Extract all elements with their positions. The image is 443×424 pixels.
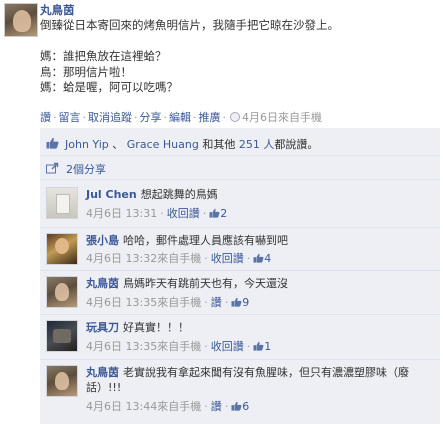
comment-message: 老實說我有拿起來聞有沒有魚腥味，但只有濃濃塑膠味（廢話）!!! [86,366,409,394]
separator: · [193,111,197,124]
post-line: 倒臻從日本寄回來的烤魚明信片，我隨手把它晾在沙發上。 [40,18,339,32]
others-likers-link[interactable]: 251 人 [239,138,275,151]
separator: · [82,111,87,124]
like-link[interactable]: 讚 [211,296,222,309]
comment-meta: 4月6日 13:35來自手機 · 讚 · 9 [86,294,249,310]
comment-timestamp[interactable]: 4月6日 13:35來自手機 [86,296,201,309]
post-author-name[interactable]: 丸鳥茵 [40,2,75,18]
liker-link[interactable]: Grace Huang [127,138,199,151]
comment-text: Jul Chen 想起跳舞的鳥媽 [86,187,434,202]
post-author-avatar[interactable] [4,3,38,37]
comment-text: 丸鳥茵 鳥媽昨天有跳前天也有，今天還沒 [86,276,434,291]
comment-item: Jul Chen 想起跳舞的鳥媽 4月6日 13:31 · 收回讚 · 2 [40,182,440,228]
promote-link[interactable]: 推廣 [199,111,221,124]
thumbs-up-icon [231,401,242,411]
comment-timestamp[interactable]: 4月6日 13:32來自手機 [86,252,201,265]
comment-timestamp[interactable]: 4月6日 13:31 [86,207,157,220]
thumbs-up-icon [253,341,264,351]
comment-timestamp[interactable]: 4月6日 13:44來自手機 [86,400,201,413]
comment-timestamp[interactable]: 4月6日 13:35來自手機 [86,340,201,353]
comment-like-count[interactable]: 9 [242,296,249,309]
comment-like-count[interactable]: 2 [220,207,227,220]
likes-summary: John Yip 、 Grace Huang 和其他 251 人都說讚。 [65,136,318,152]
edit-link[interactable]: 編輯 [169,111,191,124]
commenter-avatar[interactable] [46,320,78,352]
unlike-link[interactable]: 收回讚 [211,340,244,353]
commenter-name[interactable]: 丸鳥茵 [86,277,119,290]
comment-like-count[interactable]: 1 [264,340,271,353]
comment-item: 丸鳥茵 鳥媽昨天有跳前天也有，今天還沒 4月6日 13:35來自手機 · 讚 · 9 [40,271,440,315]
like-link[interactable]: 讚 [40,111,51,124]
comment-text: 張小島 哈哈，郵件處理人員應該有嚇到吧 [86,233,434,248]
comment-like-count[interactable]: 4 [264,252,271,265]
likes-and-text: 和其他 [202,138,236,151]
separator: · [224,296,229,309]
share-link[interactable]: 分享 [140,111,162,124]
separator: · [202,207,207,220]
commenter-name[interactable]: 玩具刀 [86,321,119,334]
commenter-avatar[interactable] [46,276,78,308]
comment-like-count[interactable]: 6 [242,400,249,413]
post-line: 媽：誰把魚放在這裡蛤？ [40,49,167,63]
shares-row: 2個分享 [40,158,440,180]
thumbs-up-icon [46,137,59,149]
unlike-link[interactable]: 收回讚 [167,207,200,220]
separator: · [224,400,229,413]
comment-text: 玩具刀 好真實！！！ [86,320,434,335]
separator: · [204,252,208,265]
separator: · [222,111,227,124]
thumbs-up-icon [231,297,242,307]
shares-count-link[interactable]: 2個分享 [66,161,106,177]
comment-item: 玩具刀 好真實！！！ 4月6日 13:35來自手機 · 收回讚 · 1 [40,315,440,360]
like-link[interactable]: 讚 [211,400,222,413]
separator: · [160,207,164,220]
commenter-name[interactable]: 張小島 [86,234,119,247]
share-icon [46,162,59,174]
commenter-name[interactable]: 丸鳥茵 [86,366,119,379]
post-action-bar: 讚 · 留言 · 取消追蹤 · 分享 · 編輯 · 推廣 · 4月6日來自手機 [40,109,322,125]
commenter-name[interactable]: Jul Chen [86,188,137,201]
comment-link[interactable]: 留言 [59,111,81,124]
unlike-link[interactable]: 收回讚 [211,252,244,265]
comment-message: 想起跳舞的鳥媽 [140,188,218,201]
separator: · [204,340,208,353]
globe-icon[interactable] [230,112,240,122]
comment-meta: 4月6日 13:44來自手機 · 讚 · 6 [86,398,249,414]
comment-message: 鳥媽昨天有跳前天也有，今天還沒 [123,277,288,290]
comment-message: 哈哈，郵件處理人員應該有嚇到吧 [123,234,288,247]
commenter-avatar[interactable] [46,187,78,219]
likes-row: John Yip 、 Grace Huang 和其他 251 人都說讚。 [40,132,440,156]
post-line: 媽：蛤是喔，阿可以吃嗎？ [40,80,178,94]
comment-meta: 4月6日 13:35來自手機 · 收回讚 · 1 [86,338,271,354]
separator: · [246,340,251,353]
likes-separator: 、 [112,138,124,151]
feedback-box: John Yip 、 Grace Huang 和其他 251 人都說讚。 2個分… [40,128,440,424]
comment-message: 好真實！！！ [123,321,189,334]
post-line: 鳥：那明信片啦！ [40,64,132,79]
likes-suffix: 都說讚。 [274,138,319,151]
post-timestamp[interactable]: 4月6日來自手機 [242,111,322,124]
separator: · [134,111,138,124]
comment-text: 丸鳥茵 老實說我有拿起來聞有沒有魚腥味，但只有濃濃塑膠味（廢話）!!! [86,365,434,395]
separator: · [246,252,251,265]
separator: · [204,296,208,309]
comment-item: 丸鳥茵 老實說我有拿起來聞有沒有魚腥味，但只有濃濃塑膠味（廢話）!!! 4月6日 … [40,360,440,424]
post-line [40,34,436,50]
separator: · [53,111,57,124]
comment-meta: 4月6日 13:31 · 收回讚 · 2 [86,205,227,221]
comment-item: 張小島 哈哈，郵件處理人員應該有嚇到吧 4月6日 13:32來自手機 · 收回讚 · 4 [40,228,440,271]
thumbs-up-icon [253,253,264,263]
unfollow-link[interactable]: 取消追蹤 [88,111,132,124]
post-body: 倒臻從日本寄回來的烤魚明信片，我隨手把它晾在沙發上。 媽：誰把魚放在這裡蛤？ 鳥… [40,18,436,96]
commenter-avatar[interactable] [46,365,78,397]
separator: · [163,111,168,124]
commenter-avatar[interactable] [46,233,78,265]
comment-meta: 4月6日 13:32來自手機 · 收回讚 · 4 [86,250,271,266]
thumbs-up-icon [209,208,220,218]
liker-link[interactable]: John Yip [65,138,109,151]
separator: · [204,400,208,413]
